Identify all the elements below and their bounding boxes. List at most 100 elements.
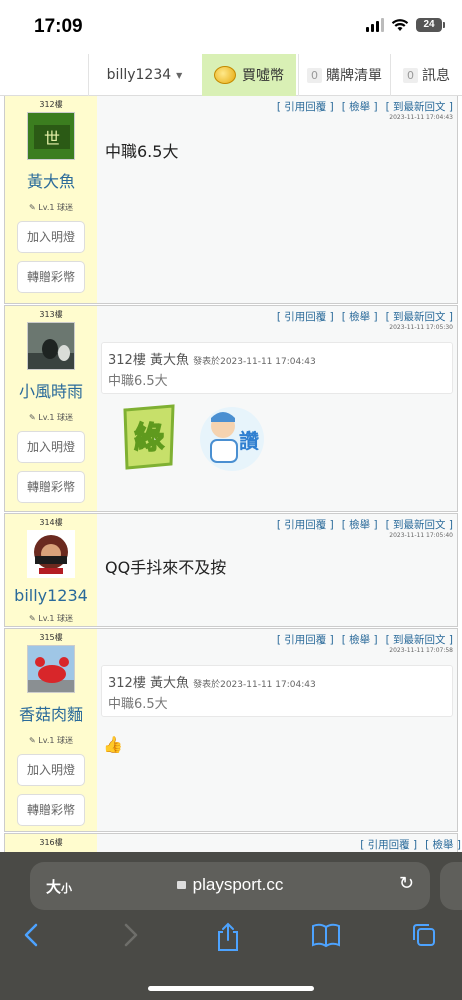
user-menu[interactable]: billy1234 ▼ [88, 54, 200, 96]
post-content: 中職6.5大 [105, 142, 179, 161]
reload-icon[interactable]: ↻ [399, 873, 414, 894]
level-text: Lv.1 球迷 [38, 203, 73, 212]
messages-label: 訊息 [422, 68, 450, 84]
avatar[interactable]: 世 [27, 112, 75, 160]
thumbs-up-sticker-text: 讚 [239, 429, 259, 453]
url-text: playsport.cc [192, 875, 284, 894]
level-text: Lv.1 球迷 [38, 614, 73, 623]
floor-number: 314樓 [39, 518, 63, 527]
safari-bottom-toolbar [0, 922, 462, 952]
author-name[interactable]: billy1234 [5, 586, 97, 605]
quote-meta: 發表於2023-11-11 17:04:43 [193, 357, 316, 367]
latest-reply-link[interactable]: [ 到最新回文 ] [386, 311, 453, 323]
add-light-button[interactable]: 加入明燈 [17, 754, 85, 786]
home-indicator [148, 986, 314, 991]
quote-reply-link[interactable]: [ 引用回覆 ] [277, 519, 334, 531]
post-author-panel: 316樓 [5, 834, 97, 852]
svg-text:世: 世 [44, 129, 60, 148]
author-name[interactable]: 香菇肉麵 [5, 701, 97, 725]
post-316: 316樓 [ 引用回覆 ] [ 檢舉 ] [4, 833, 461, 852]
latest-reply-link[interactable]: [ 到最新回文 ] [386, 519, 453, 531]
avatar[interactable] [27, 530, 75, 578]
floor-number: 312樓 [39, 100, 63, 109]
post-body: [ 引用回覆 ] [ 檢舉 ] [ 到最新回文 ] 2023-11-11 17:05… [97, 514, 457, 626]
tabs-icon[interactable] [406, 922, 442, 952]
cart-count: 0 [307, 67, 322, 83]
gift-coins-button[interactable]: 轉贈彩幣 [17, 471, 85, 503]
report-link[interactable]: [ 檢舉 ] [342, 519, 378, 531]
post-body: [ 引用回覆 ] [ 檢舉 ] [ 到最新回文 ] 2023-11-11 17:07… [97, 629, 457, 831]
avatar[interactable] [27, 322, 75, 370]
post-timestamp: 2023-11-11 17:04:43 [389, 114, 453, 121]
quoted-post: 312樓 黃大魚 發表於2023-11-11 17:04:43 中職6.5大 [101, 342, 453, 394]
quote-reply-link[interactable]: [ 引用回覆 ] [277, 101, 334, 113]
author-level: ✎ Lv.1 球迷 [29, 736, 73, 745]
level-text: Lv.1 球迷 [38, 413, 73, 422]
add-light-button[interactable]: 加入明燈 [17, 431, 85, 463]
top-nav: billy1234 ▼ 買噓幣 0 購牌清單 0 訊息 [0, 54, 462, 96]
post-body: [ 引用回覆 ] [ 檢舉 ] [97, 834, 461, 852]
post-body: [ 引用回覆 ] [ 檢舉 ] [ 到最新回文 ] 2023-11-11 17:04… [97, 96, 457, 303]
post-timestamp: 2023-11-11 17:07:58 [389, 647, 453, 654]
sticker-row: 綠 讚 [117, 404, 267, 474]
avatar[interactable] [27, 645, 75, 693]
post-actions: [ 引用回覆 ] [ 檢舉 ] [ 到最新回文 ] [277, 517, 453, 532]
browser-toolbar: 大小 playsport.cc ↻ [0, 852, 462, 1000]
messages-link[interactable]: 0 訊息 [390, 54, 462, 96]
report-link[interactable]: [ 檢舉 ] [342, 311, 378, 323]
coin-icon [214, 66, 236, 84]
green-sticker: 綠 [123, 404, 175, 470]
gift-coins-button[interactable]: 轉贈彩幣 [17, 261, 85, 293]
author-name[interactable]: 黃大魚 [5, 168, 97, 192]
wifi-icon [391, 19, 409, 31]
post-author-panel: 312樓 世 黃大魚 ✎ Lv.1 球迷 加入明燈 轉贈彩幣 [5, 96, 97, 303]
thumbs-up-emoji: 👍 [103, 735, 123, 754]
next-tab-preview[interactable] [440, 862, 462, 910]
post-314: 314樓 billy1234 ✎ Lv.1 球迷 [ 引用回覆 ][ 檢舉 ][… [4, 513, 458, 627]
address-bar[interactable]: 大小 playsport.cc ↻ [30, 862, 430, 910]
username: billy1234 [106, 67, 172, 83]
post-body: [ 引用回覆 ] [ 檢舉 ] [ 到最新回文 ] 2023-11-11 17:05… [97, 306, 457, 511]
add-light-button[interactable]: 加入明燈 [17, 221, 85, 253]
level-text: Lv.1 球迷 [38, 736, 73, 745]
floor-number: 313樓 [39, 310, 63, 319]
status-bar: 17:09 24 [0, 0, 462, 54]
forward-icon[interactable] [112, 922, 148, 952]
quote-reply-link[interactable]: [ 引用回覆 ] [277, 634, 334, 646]
post-author-panel: 313樓 小風時雨 ✎ Lv.1 球迷 加入明燈 轉贈彩幣 [5, 306, 97, 511]
post-315: 315樓 香菇肉麵 ✎ Lv.1 球迷 加入明燈 轉贈彩幣 [ 引用回覆 ][ … [4, 628, 458, 832]
quote-text: 中職6.5大 [108, 697, 168, 712]
post-author-panel: 314樓 billy1234 ✎ Lv.1 球迷 [5, 514, 97, 626]
latest-reply-link[interactable]: [ 到最新回文 ] [386, 634, 453, 646]
quote-author: 312樓 黃大魚 [108, 676, 189, 691]
quoted-post: 312樓 黃大魚 發表於2023-11-11 17:04:43 中職6.5大 [101, 665, 453, 717]
signal-icon [366, 18, 384, 32]
floor-number: 316樓 [39, 838, 63, 847]
quote-reply-link[interactable]: [ 引用回覆 ] [277, 311, 334, 323]
post-content: QQ手抖來不及按 [105, 558, 227, 577]
bookmarks-icon[interactable] [308, 922, 344, 952]
back-icon[interactable] [14, 922, 50, 952]
status-time: 17:09 [34, 16, 83, 37]
report-link[interactable]: [ 檢舉 ] [342, 634, 378, 646]
latest-reply-link[interactable]: [ 到最新回文 ] [386, 101, 453, 113]
gift-coins-button[interactable]: 轉贈彩幣 [17, 794, 85, 826]
green-sticker-text: 綠 [134, 421, 164, 456]
buy-coins-label: 買噓幣 [242, 68, 284, 84]
report-link[interactable]: [ 檢舉 ] [342, 101, 378, 113]
quote-meta: 發表於2023-11-11 17:04:43 [193, 680, 316, 690]
buy-coins-button[interactable]: 買噓幣 [202, 54, 296, 96]
floor-number: 315樓 [39, 633, 63, 642]
author-level: ✎ Lv.1 球迷 [29, 203, 73, 212]
cart-link[interactable]: 0 購牌清單 [298, 54, 390, 96]
author-name[interactable]: 小風時雨 [5, 378, 97, 402]
message-count: 0 [403, 67, 418, 83]
quote-reply-link[interactable]: [ 引用回覆 ] [360, 839, 417, 851]
post-timestamp: 2023-11-11 17:05:40 [389, 532, 453, 539]
post-actions: [ 引用回覆 ] [ 檢舉 ] [ 到最新回文 ] [277, 99, 453, 114]
share-icon[interactable] [210, 922, 246, 952]
quote-text: 中職6.5大 [108, 374, 168, 389]
author-level: ✎ Lv.1 球迷 [29, 413, 73, 422]
thread: 312樓 世 黃大魚 ✎ Lv.1 球迷 加入明燈 轉贈彩幣 [ 引用回覆 ][… [0, 96, 462, 852]
report-link[interactable]: [ 檢舉 ] [425, 839, 461, 851]
